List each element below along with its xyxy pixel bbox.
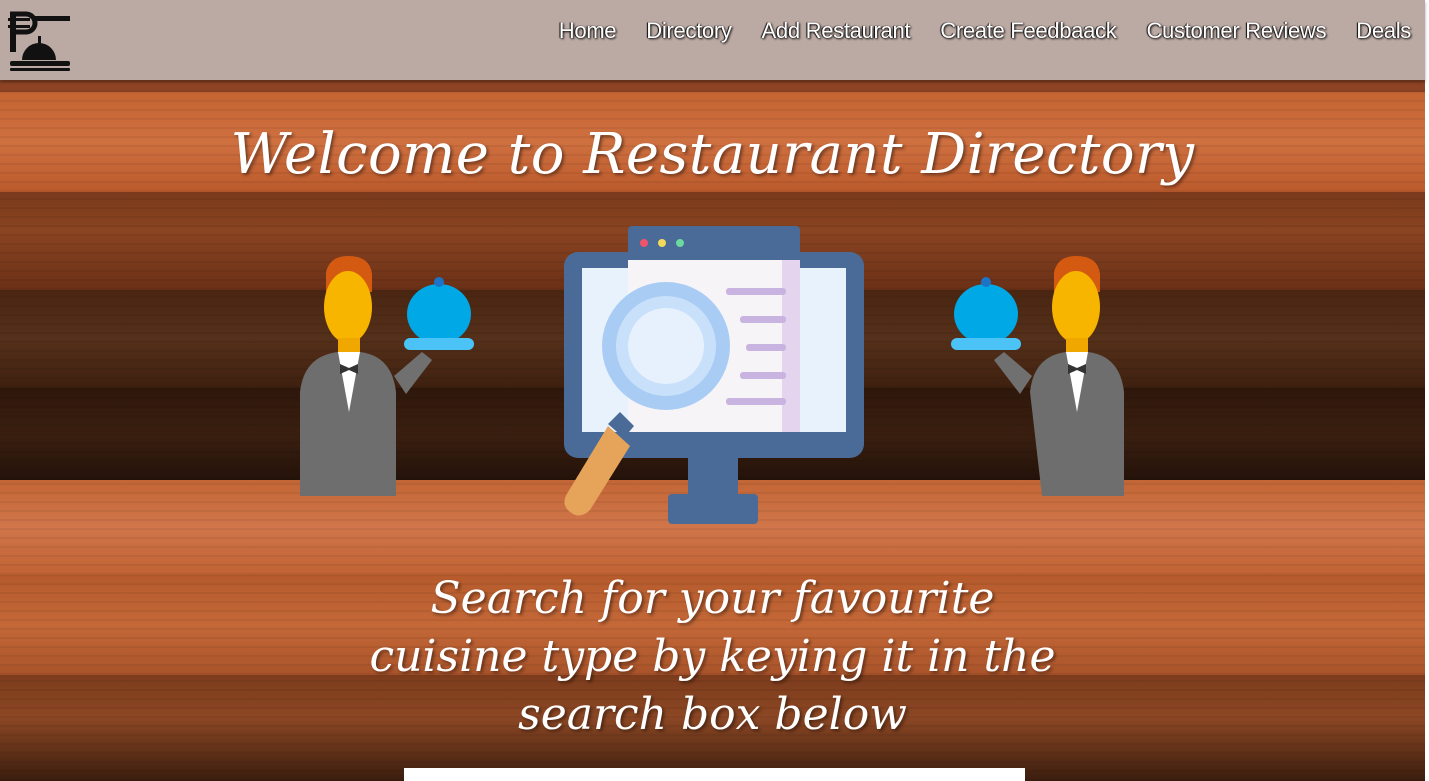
scrollbar[interactable] xyxy=(1425,0,1429,781)
navbar: Home Directory Add Restaurant Create Fee… xyxy=(0,0,1425,80)
nav-create-feedback[interactable]: Create Feedbaack xyxy=(940,18,1117,44)
search-input[interactable] xyxy=(404,768,1025,781)
hero-subtitle-line: search box below xyxy=(518,689,907,740)
nav-home[interactable]: Home xyxy=(559,18,617,44)
waiter-icon xyxy=(300,256,474,496)
hero-subtitle-line: Search for your favourite xyxy=(430,573,995,624)
hero-section: Welcome to Restaurant Directory Search f… xyxy=(0,80,1425,781)
hero-subtitle-line: cuisine type by keying it in the xyxy=(369,631,1056,682)
nav-add-restaurant[interactable]: Add Restaurant xyxy=(762,18,911,44)
nav-deals[interactable]: Deals xyxy=(1356,18,1411,44)
hero-title: Welcome to Restaurant Directory xyxy=(230,122,1195,187)
nav-customer-reviews[interactable]: Customer Reviews xyxy=(1146,18,1326,44)
nav-directory[interactable]: Directory xyxy=(646,18,732,44)
chef-cloche-icon[interactable] xyxy=(8,10,72,72)
monitor-search-icon xyxy=(564,226,864,524)
waiter-icon xyxy=(951,256,1124,496)
nav-menu: Home Directory Add Restaurant Create Fee… xyxy=(559,18,1412,44)
hero-subtitle: Search for your favourite cuisine type b… xyxy=(360,570,1065,744)
page: Home Directory Add Restaurant Create Fee… xyxy=(0,0,1429,781)
wood-plank xyxy=(0,80,1425,92)
